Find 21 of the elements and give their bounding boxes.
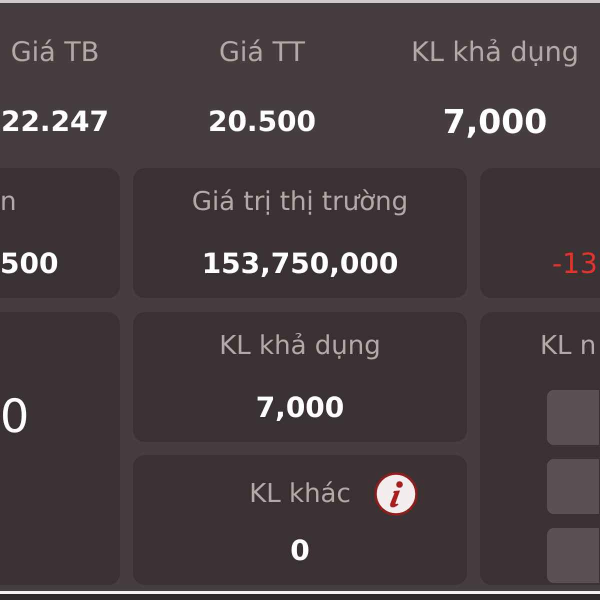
card-label: Giá trị thị trường xyxy=(192,186,408,219)
option-button[interactable] xyxy=(547,390,599,444)
stat-value: 7,000 xyxy=(442,102,548,142)
card-label: n xyxy=(0,186,16,219)
card-value: -13 xyxy=(552,246,598,282)
card-value: 0 xyxy=(0,390,30,442)
card-label: KL khả dụng xyxy=(219,330,381,362)
card-value: 0 xyxy=(290,533,310,569)
card-value: 500 xyxy=(0,246,58,282)
stat-value: 20.500 xyxy=(208,104,316,140)
stat-label: Giá TB xyxy=(10,36,100,70)
stat-value: 22.247 xyxy=(0,104,110,140)
card-label: KL khác xyxy=(249,478,351,511)
stat-label: Giá TT xyxy=(218,36,306,70)
option-button[interactable] xyxy=(547,458,599,514)
stat-label: KL khả dụng xyxy=(411,36,579,70)
info-icon[interactable] xyxy=(374,472,418,516)
card-value: 153,750,000 xyxy=(202,246,398,282)
card-value: 7,000 xyxy=(256,390,344,426)
card-label: KL n xyxy=(540,330,596,362)
option-button[interactable] xyxy=(547,528,599,582)
